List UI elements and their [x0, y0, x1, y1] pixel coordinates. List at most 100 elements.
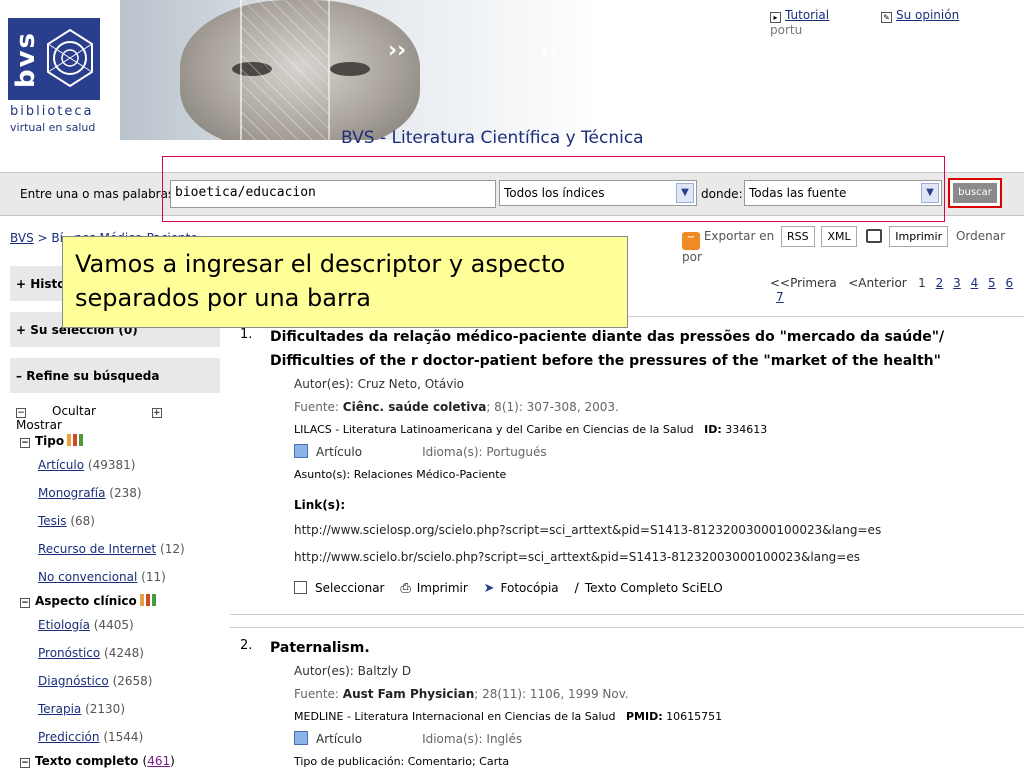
- facet-item: Pronóstico (4248): [20, 642, 220, 670]
- minus-box-icon: −: [20, 438, 30, 448]
- facet-item: Tesis (68): [20, 510, 220, 538]
- bar-chart-icon[interactable]: [67, 434, 84, 446]
- facet-texto-title: Texto completo: [35, 754, 139, 768]
- instruction-callout: Vamos a ingresar el descriptor y aspecto…: [62, 236, 628, 328]
- source-journal: Ciênc. saúde coletiva: [342, 400, 487, 414]
- page-link[interactable]: 6: [1006, 276, 1014, 290]
- search-button-label: buscar: [953, 183, 997, 203]
- facet-title[interactable]: − Aspecto clínico: [20, 594, 220, 614]
- result-type-row: Artículo Idioma(s): Inglés: [270, 728, 1024, 751]
- language-link[interactable]: portu: [770, 23, 802, 37]
- result-database: MEDLINE - Literatura Internacional en Ci…: [270, 706, 1024, 728]
- page-link[interactable]: 3: [953, 276, 961, 290]
- page-link[interactable]: 7: [776, 290, 784, 304]
- scielo-icon: ∕: [574, 581, 579, 596]
- result-link[interactable]: http://www.scielo.br/scielo.php?script=s…: [270, 544, 1024, 571]
- facet-item: Diagnóstico (2658): [20, 670, 220, 698]
- fulltext-count-link[interactable]: 461: [147, 754, 170, 768]
- tutorial-link[interactable]: Tutorial: [785, 8, 829, 22]
- facet-item: Terapia (2130): [20, 698, 220, 726]
- search-button[interactable]: buscar: [948, 178, 1002, 208]
- result-link[interactable]: http://www.scielosp.org/scielo.php?scrip…: [270, 517, 1024, 544]
- facet-item: Recurso de Internet (12): [20, 538, 220, 566]
- source-journal: Aust Fam Physician: [342, 687, 475, 701]
- result-number: 1.: [240, 327, 253, 342]
- printer-icon: ⎙: [400, 581, 411, 596]
- facet-title[interactable]: − Tipo: [20, 430, 220, 454]
- pagination: <<Primera <Anterior 1 2 3 4 5 6 7: [770, 276, 1024, 304]
- first-page-link[interactable]: <<Primera: [770, 276, 837, 290]
- rss-button[interactable]: RSS: [781, 226, 815, 247]
- id-value: 10615751: [666, 710, 723, 723]
- print-button[interactable]: Imprimir: [889, 226, 949, 247]
- search-label: Entre una o mas palabras: [20, 187, 175, 201]
- site-title: BVS - Literatura Científica y Técnica: [341, 128, 644, 148]
- opinion-link[interactable]: Su opinión: [896, 8, 959, 22]
- bar-chart-icon[interactable]: [139, 594, 156, 606]
- result-authors: Autor(es): Cruz Neto, Otávio: [294, 377, 464, 391]
- sidebar: + Histo + Su selección (0) – Refine su b…: [10, 266, 220, 768]
- facet-count: (49381): [87, 458, 136, 472]
- facet-tipo: − Tipo Artículo (49381) Monografía (238) …: [10, 430, 220, 594]
- facet-link[interactable]: Artículo: [38, 458, 84, 472]
- search-highlight-frame: [162, 156, 945, 222]
- page-link[interactable]: 5: [988, 276, 996, 290]
- current-page: 1: [918, 276, 926, 290]
- facet-item: No convencional (11): [20, 566, 220, 594]
- result-item: 1. Dificultades da relação médico-pacien…: [230, 316, 1024, 615]
- facet-link[interactable]: Diagnóstico: [38, 674, 109, 688]
- facet-aspecto: − Aspecto clínico Etiología (4405) Pronós…: [10, 594, 220, 754]
- export-toolbar: ⁗ Exportar en RSS XML Imprimir Ordenar p…: [682, 226, 1024, 264]
- result-title[interactable]: Dificultades da relação médico-paciente …: [270, 325, 1024, 373]
- page-link[interactable]: 2: [936, 276, 944, 290]
- result-pubtype: Tipo de publicación: Comentario; Carta: [294, 755, 510, 768]
- result-language: Idioma(s): Portugués: [422, 445, 547, 459]
- result-subject: Asunto(s): Relaciones Médico-Paciente: [294, 468, 507, 481]
- checkbox[interactable]: [294, 581, 307, 594]
- facet-link[interactable]: Monografía: [38, 486, 105, 500]
- facet-count: (11): [141, 570, 166, 584]
- export-label: Exportar en: [703, 229, 775, 243]
- facet-link[interactable]: Predicción: [38, 730, 100, 744]
- photocopy-action[interactable]: Fotocópia: [501, 581, 559, 595]
- facet-count: (1544): [103, 730, 144, 744]
- facet-link[interactable]: Recurso de Internet: [38, 542, 156, 556]
- minus-box-icon: −: [20, 598, 30, 608]
- mostrar-label: Mostrar: [16, 418, 62, 432]
- globe-emblem-icon: [47, 28, 93, 88]
- facet-link[interactable]: Pronóstico: [38, 646, 100, 660]
- facet-link[interactable]: Etiología: [38, 618, 90, 632]
- result-database: LILACS - Literatura Latinoamericana y de…: [270, 419, 1024, 441]
- id-value: 334613: [725, 423, 768, 436]
- breadcrumb-home[interactable]: BVS: [10, 231, 34, 245]
- prev-page-link[interactable]: <Anterior: [848, 276, 907, 290]
- facet-title[interactable]: − Texto completo (461): [20, 754, 220, 768]
- facet-aspecto-title: Aspecto clínico: [35, 594, 137, 608]
- facet-link[interactable]: No convencional: [38, 570, 137, 584]
- results-list: 1. Dificultades da relação médico-pacien…: [230, 316, 1024, 768]
- rss-icon: ⁗: [682, 232, 700, 250]
- facet-count: (4405): [93, 618, 134, 632]
- logo-bvs-text: bvs: [11, 30, 41, 88]
- xml-button[interactable]: XML: [821, 226, 857, 247]
- facet-count: (68): [70, 514, 95, 528]
- page-link[interactable]: 4: [971, 276, 979, 290]
- facet-item: Etiología (4405): [20, 614, 220, 642]
- facet-count-close: ): [170, 754, 175, 768]
- facet-count: (2130): [85, 702, 125, 716]
- links-label: Link(s):: [294, 498, 346, 512]
- source-prefix: Fuente:: [294, 400, 343, 414]
- result-title[interactable]: Paternalism.: [270, 636, 1024, 660]
- printer-icon: [866, 229, 883, 243]
- facet-link[interactable]: Tesis: [38, 514, 67, 528]
- fulltext-action[interactable]: Texto Completo SciELO: [585, 581, 723, 595]
- logo-line1: biblioteca: [10, 104, 94, 119]
- refine-label: Refine su búsqueda: [26, 369, 160, 383]
- facet-texto-completo: − Texto completo (461): [10, 754, 220, 768]
- refine-toggle[interactable]: – Refine su búsqueda: [10, 358, 220, 394]
- result-source: Fuente: Ciênc. saúde coletiva; 8(1): 307…: [270, 396, 1024, 419]
- facet-link[interactable]: Terapia: [38, 702, 81, 716]
- print-action[interactable]: Imprimir: [417, 581, 468, 595]
- select-action[interactable]: Seleccionar: [294, 581, 384, 595]
- ocultar-option[interactable]: − Ocultar: [16, 404, 122, 418]
